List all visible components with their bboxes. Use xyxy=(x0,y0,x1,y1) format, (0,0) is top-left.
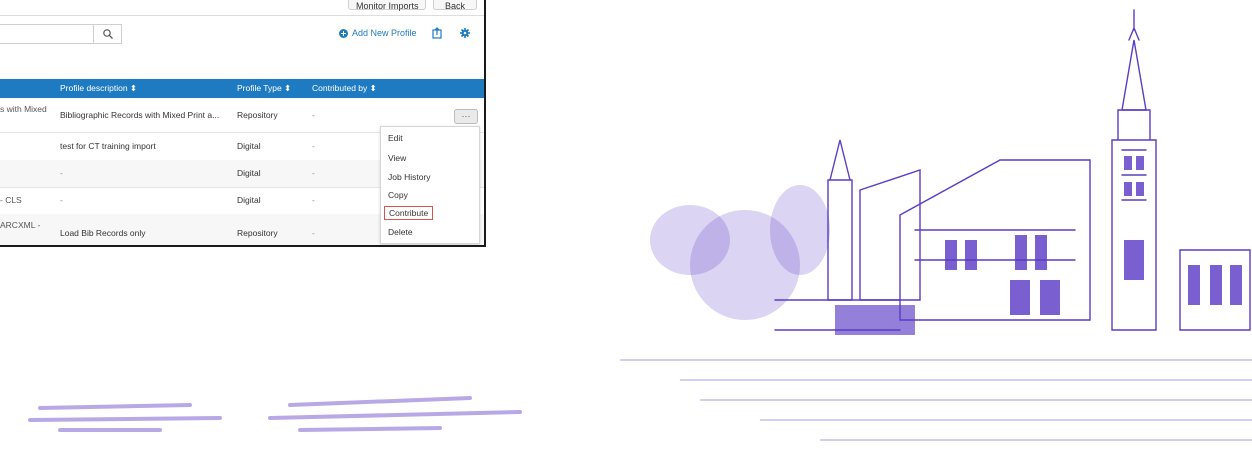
menu-item-copy[interactable]: Copy xyxy=(388,190,408,200)
search-icon[interactable] xyxy=(102,28,114,40)
gear-icon[interactable] xyxy=(460,28,470,38)
profile-description-cell: - xyxy=(60,195,63,205)
back-button[interactable]: Back xyxy=(433,0,477,11)
column-header-description[interactable]: Profile description ⬍ xyxy=(60,79,137,98)
menu-item-view[interactable]: View xyxy=(388,153,406,163)
ellipsis-icon: ··· xyxy=(461,111,471,121)
contributed-by-cell: - xyxy=(312,141,315,151)
add-new-profile-button[interactable]: Add New Profile xyxy=(339,26,417,40)
table-header: Profile description ⬍ Profile Type ⬍ Con… xyxy=(0,79,484,98)
contributed-by-cell: - xyxy=(312,195,315,205)
profile-name-cell: - CLS xyxy=(0,195,22,205)
profile-description-cell: test for CT training import xyxy=(60,141,156,151)
menu-item-edit[interactable]: Edit xyxy=(388,133,403,143)
contributed-by-cell: - xyxy=(312,110,315,120)
profile-type-cell: Digital xyxy=(237,168,261,178)
row-actions-menu: Edit View Job History Copy Contribute De… xyxy=(380,126,480,244)
menu-item-job-history[interactable]: Job History xyxy=(388,172,431,182)
monitor-imports-button[interactable]: Monitor Imports xyxy=(348,0,426,11)
import-profiles-window: Monitor Imports Back Add New Profile Pro… xyxy=(0,0,486,247)
menu-item-delete[interactable]: Delete xyxy=(388,227,413,237)
column-header-contributed-by[interactable]: Contributed by ⬍ xyxy=(312,79,377,98)
search-divider xyxy=(93,25,94,43)
row-actions-button[interactable]: ··· xyxy=(454,109,478,124)
page-toolbar: Monitor Imports Back xyxy=(0,0,484,16)
profile-type-cell: Digital xyxy=(237,141,261,151)
plus-icon xyxy=(339,28,348,38)
contributed-by-cell: - xyxy=(312,228,315,238)
profile-name-cell: s with Mixed xyxy=(0,104,47,114)
profile-description-cell: - xyxy=(60,168,63,178)
column-header-profile-type[interactable]: Profile Type ⬍ xyxy=(237,79,291,98)
menu-item-contribute[interactable]: Contribute xyxy=(384,206,434,220)
search-input[interactable] xyxy=(0,24,122,44)
add-new-profile-label: Add New Profile xyxy=(352,28,417,38)
profile-description-cell: Bibliographic Records with Mixed Print a… xyxy=(60,110,220,120)
profile-description-cell: Load Bib Records only xyxy=(60,228,146,238)
contributed-by-cell: - xyxy=(312,168,315,178)
export-icon[interactable] xyxy=(432,27,442,39)
profile-type-cell: Repository xyxy=(237,110,278,120)
profile-type-cell: Repository xyxy=(237,228,278,238)
profile-type-cell: Digital xyxy=(237,195,261,205)
profile-name-cell: ARCXML - xyxy=(0,220,41,230)
